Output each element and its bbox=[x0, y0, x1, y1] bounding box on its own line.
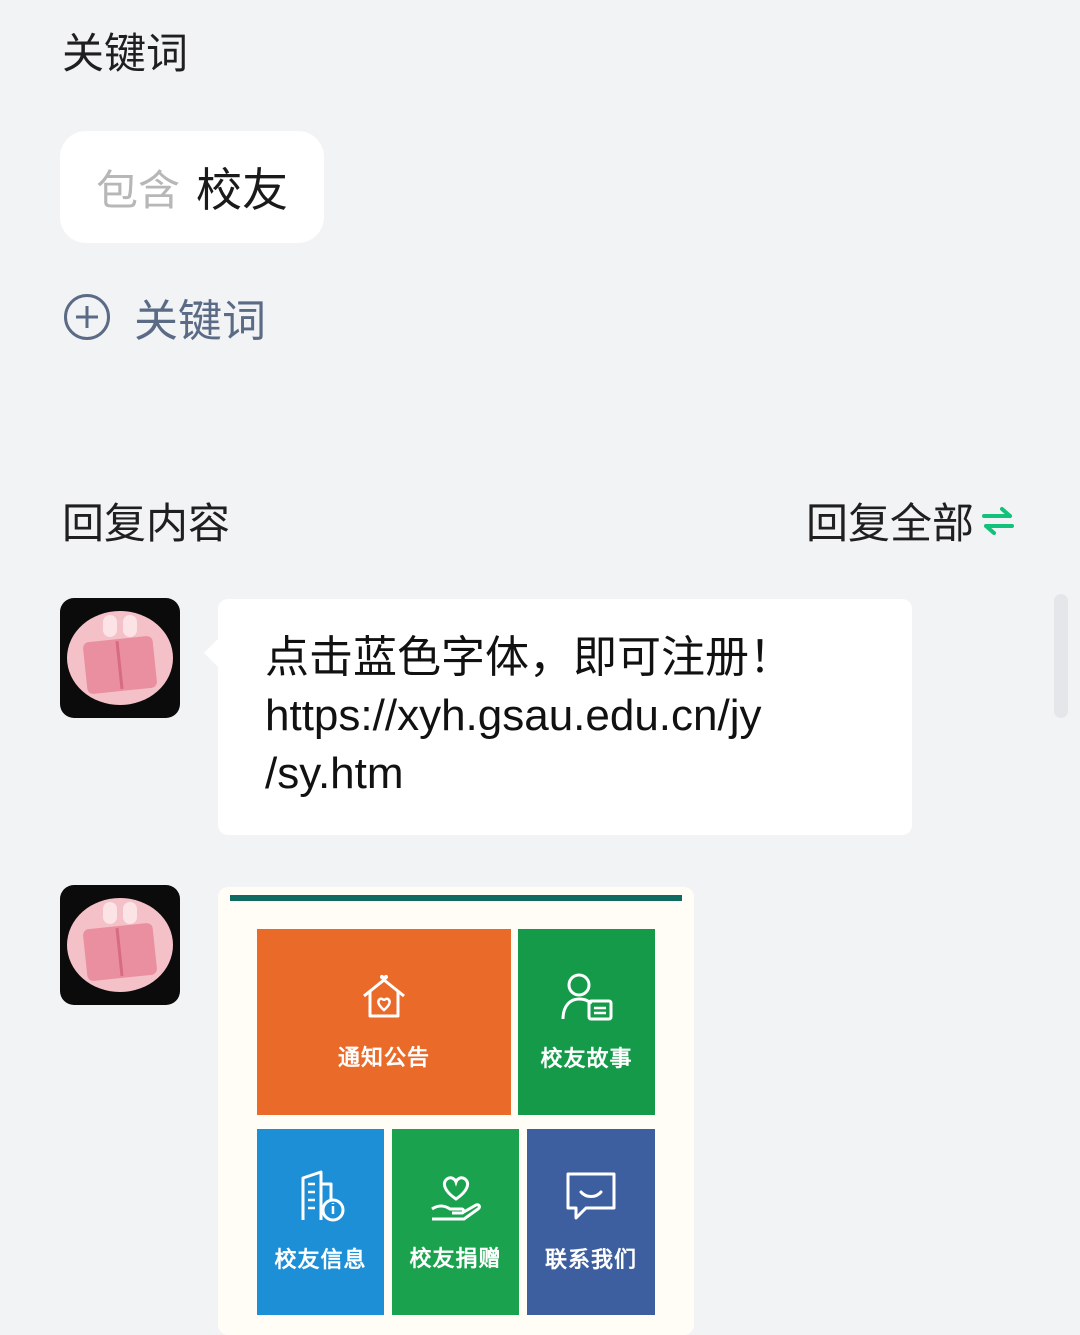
reply-all-toggle[interactable]: 回复全部 bbox=[806, 498, 1016, 550]
image-reply-card[interactable]: 通知公告 校友故事 校友信息 校友捐赠 联系我们 bbox=[218, 887, 694, 1335]
tile-donate: 校友捐赠 bbox=[392, 1129, 519, 1315]
plus-circle-icon bbox=[64, 294, 110, 340]
tile-label: 通知公告 bbox=[337, 1045, 430, 1070]
avatar bbox=[60, 598, 180, 718]
house-heart-icon bbox=[363, 974, 405, 1018]
add-keyword-label: 关键词 bbox=[134, 297, 266, 346]
avatar bbox=[60, 885, 180, 1005]
pink-bunny-reading-avatar-icon bbox=[67, 898, 173, 992]
keyword-match-type: 包含 bbox=[96, 166, 181, 214]
scrollbar-thumb[interactable] bbox=[1054, 594, 1068, 718]
building-info-icon bbox=[301, 1170, 344, 1222]
text-reply-bubble[interactable]: 点击蓝色字体，即可注册！ https://xyh.gsau.edu.cn/jy … bbox=[204, 599, 912, 835]
tile-label: 联系我们 bbox=[544, 1247, 637, 1272]
tile-info: 校友信息 bbox=[257, 1129, 384, 1315]
tile-label: 校友信息 bbox=[274, 1247, 367, 1272]
reply-all-label: 回复全部 bbox=[805, 500, 974, 547]
reply-section-title: 回复内容 bbox=[62, 500, 231, 547]
tile-notice: 通知公告 bbox=[257, 929, 511, 1115]
person-document-icon bbox=[561, 973, 612, 1021]
tile-story: 校友故事 bbox=[518, 929, 655, 1115]
add-keyword-button[interactable]: 关键词 bbox=[64, 285, 266, 349]
keyword-value: 校友 bbox=[196, 164, 289, 216]
tile-label: 校友故事 bbox=[540, 1046, 633, 1071]
image-header-bar bbox=[230, 895, 682, 901]
reply-text: 点击蓝色字体，即可注册！ https://xyh.gsau.edu.cn/jy … bbox=[265, 633, 793, 798]
chat-bubble-icon bbox=[566, 1172, 616, 1220]
tile-contact: 联系我们 bbox=[527, 1129, 655, 1315]
keyword-chip[interactable]: 包含 校友 bbox=[60, 131, 324, 243]
keyword-section-title: 关键词 bbox=[62, 30, 189, 77]
swap-arrows-icon bbox=[980, 498, 1016, 550]
pink-bunny-reading-avatar-icon bbox=[67, 611, 173, 705]
tile-label: 校友捐赠 bbox=[409, 1246, 502, 1271]
hand-heart-icon bbox=[430, 1176, 481, 1221]
